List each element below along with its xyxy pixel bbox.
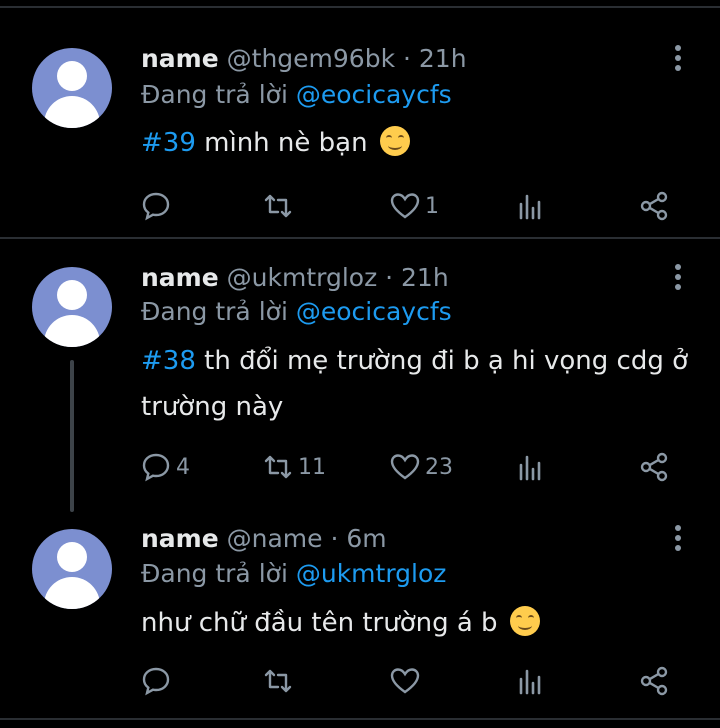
smiling-face-icon	[509, 606, 540, 636]
tweet-body-line1: th đổi mẹ trường đi b ạ hi vọng cdg ở	[195, 346, 689, 376]
action-bar: 1	[0, 186, 720, 226]
retweet-button[interactable]: 11	[262, 447, 326, 487]
reply-context: Đang trả lời @eocicaycfs	[141, 78, 452, 112]
analytics-icon	[519, 669, 541, 695]
retweet-icon	[264, 194, 292, 218]
avatar[interactable]	[32, 267, 112, 347]
reply-context: Đang trả lời @ukmtrgloz	[141, 557, 446, 591]
like-button[interactable]: 23	[389, 447, 453, 487]
share-button[interactable]	[638, 186, 670, 226]
retweet-icon	[264, 455, 292, 479]
reply-mention[interactable]: @eocicaycfs	[296, 297, 452, 326]
retweet-button[interactable]	[262, 186, 298, 226]
divider	[0, 237, 720, 239]
share-icon	[640, 666, 668, 696]
analytics-button[interactable]	[515, 186, 547, 226]
tweet-header: name @ukmtrgloz · 21h	[141, 261, 449, 295]
share-button[interactable]	[638, 661, 670, 701]
reply-prefix: Đang trả lời	[141, 297, 288, 326]
avatar[interactable]	[32, 48, 112, 128]
tweet-body: mình nè bạn	[195, 128, 368, 158]
like-count: 1	[425, 193, 439, 219]
analytics-button[interactable]	[515, 447, 547, 487]
action-bar	[0, 661, 720, 701]
retweet-button[interactable]	[262, 661, 298, 701]
reply-button[interactable]	[140, 186, 176, 226]
hashtag[interactable]: #39	[141, 128, 196, 158]
analytics-button[interactable]	[515, 661, 547, 701]
more-options-icon[interactable]	[672, 264, 684, 294]
handle-time: @ukmtrgloz · 21h	[226, 263, 449, 292]
like-button[interactable]	[389, 661, 425, 701]
tweet[interactable]: name @name · 6m Đang trả lời @ukmtrgloz …	[0, 508, 720, 720]
reply-prefix: Đang trả lời	[141, 80, 288, 109]
display-name[interactable]: name	[141, 524, 219, 553]
tweet-header: name @name · 6m	[141, 522, 387, 556]
display-name[interactable]: name	[141, 44, 219, 73]
tweet-body-line2: trường này	[141, 392, 284, 422]
avatar[interactable]	[32, 529, 112, 609]
tweet[interactable]: name @ukmtrgloz · 21h Đang trả lời @eoci…	[0, 240, 720, 512]
more-options-icon[interactable]	[672, 45, 684, 75]
hashtag[interactable]: #38	[141, 346, 196, 376]
analytics-icon	[519, 194, 541, 220]
tweet-text: #39 mình nè bạn	[141, 120, 701, 166]
action-bar: 4 11 23	[0, 447, 720, 487]
retweet-icon	[264, 669, 292, 693]
tweet-body: như chữ đầu tên trường á b	[141, 608, 498, 638]
tweet-header: name @thgem96bk · 21h	[141, 42, 467, 76]
thread-line	[70, 360, 74, 512]
reply-mention[interactable]: @ukmtrgloz	[296, 559, 447, 588]
display-name[interactable]: name	[141, 263, 219, 292]
like-count: 23	[425, 454, 453, 480]
comment-icon	[142, 667, 170, 696]
handle-time: @name · 6m	[226, 524, 387, 553]
tweet-text: như chữ đầu tên trường á b	[141, 600, 701, 646]
bottom-divider	[0, 718, 720, 720]
reply-mention[interactable]: @eocicaycfs	[296, 80, 452, 109]
handle-time: @thgem96bk · 21h	[226, 44, 467, 73]
reply-count: 4	[176, 454, 190, 480]
more-options-icon[interactable]	[672, 525, 684, 555]
heart-icon	[390, 454, 420, 480]
tweet-text: #38 th đổi mẹ trường đi b ạ hi vọng cdg …	[141, 338, 701, 430]
reply-button[interactable]: 4	[140, 447, 190, 487]
comment-icon	[142, 192, 170, 221]
reply-button[interactable]	[140, 661, 176, 701]
share-button[interactable]	[638, 447, 670, 487]
like-button[interactable]: 1	[389, 186, 439, 226]
reply-prefix: Đang trả lời	[141, 559, 288, 588]
heart-icon	[390, 668, 420, 694]
share-icon	[640, 452, 668, 482]
analytics-icon	[519, 455, 541, 481]
retweet-count: 11	[298, 454, 326, 480]
heart-icon	[390, 193, 420, 219]
share-icon	[640, 191, 668, 221]
tweet[interactable]: name @thgem96bk · 21h Đang trả lời @eoci…	[0, 0, 720, 236]
smiling-face-icon	[379, 126, 410, 156]
comment-icon	[142, 453, 170, 482]
reply-context: Đang trả lời @eocicaycfs	[141, 295, 452, 329]
